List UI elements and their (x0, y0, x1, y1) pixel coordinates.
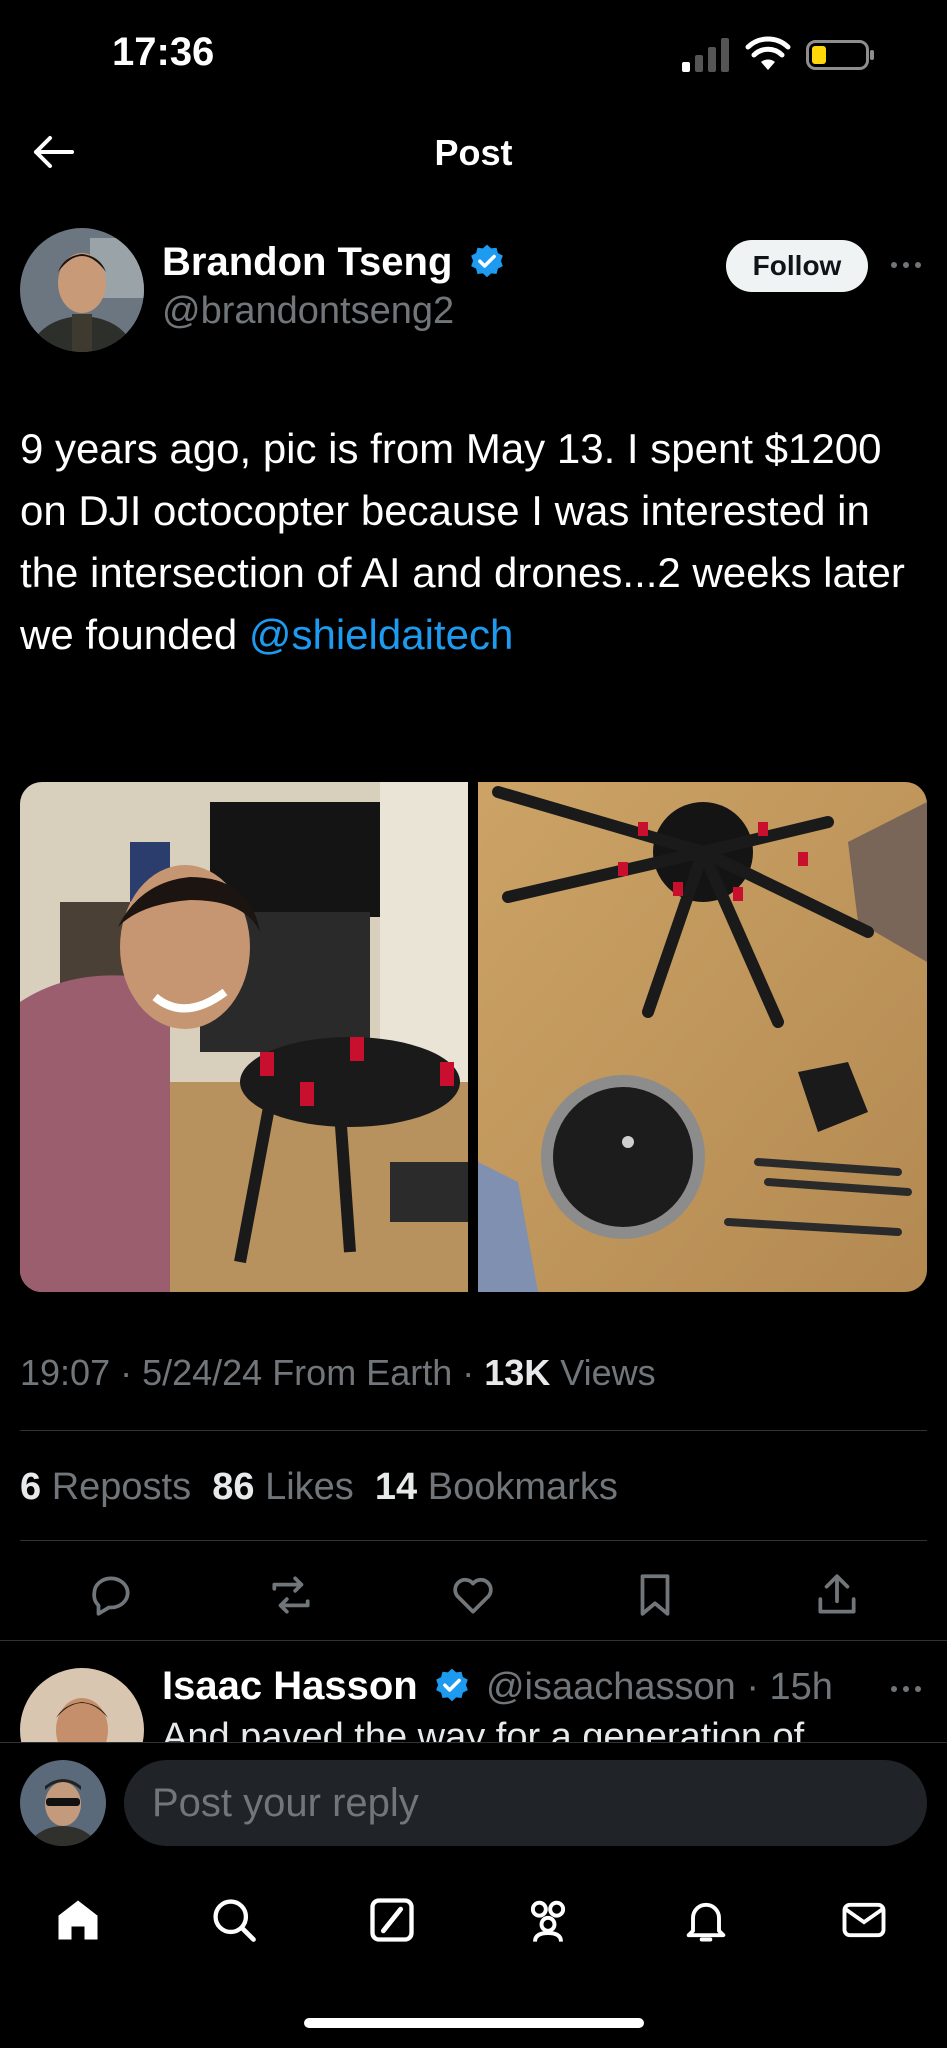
bookmarks-count[interactable]: 14 (375, 1466, 417, 1508)
share-icon[interactable] (812, 1570, 862, 1620)
reposts-label[interactable]: Reposts (52, 1466, 191, 1508)
repost-icon[interactable] (266, 1570, 316, 1620)
follow-button[interactable]: Follow (726, 240, 868, 292)
page-title: Post (434, 132, 513, 173)
reply-author-handle[interactable]: @isaachasson · 15h (486, 1666, 833, 1708)
author-avatar[interactable] (20, 228, 144, 352)
more-options-icon[interactable] (888, 1674, 924, 1704)
bookmarks-label[interactable]: Bookmarks (428, 1466, 618, 1508)
status-time: 17:36 (112, 30, 215, 74)
grok-icon[interactable] (366, 1894, 418, 1946)
post-image-drone-parts[interactable] (478, 782, 927, 1292)
my-avatar (20, 1760, 106, 1846)
notifications-icon[interactable] (680, 1894, 732, 1946)
like-icon[interactable] (448, 1570, 498, 1620)
post-image-selfie[interactable] (20, 782, 468, 1292)
battery-low-icon (806, 40, 874, 70)
reply-input[interactable]: Post your reply (124, 1760, 927, 1846)
post-text: 9 years ago, pic is from May 13. I spent… (20, 418, 920, 666)
wifi-icon (745, 36, 791, 70)
bookmark-icon[interactable] (630, 1570, 680, 1620)
verified-badge-icon (435, 1668, 468, 1702)
author-handle[interactable]: @brandontseng2 (162, 290, 454, 333)
home-icon[interactable] (52, 1894, 104, 1946)
communities-icon[interactable] (522, 1894, 574, 1946)
post-time: 19:07 · 5/24/24 From Earth · (20, 1352, 485, 1393)
search-icon[interactable] (208, 1894, 260, 1946)
messages-icon[interactable] (838, 1894, 890, 1946)
views-label: Views (550, 1352, 656, 1393)
likes-count[interactable]: 86 (212, 1466, 254, 1508)
divider (20, 1540, 927, 1541)
mention-link[interactable]: @shieldaitech (249, 611, 513, 658)
divider (0, 1640, 947, 1641)
more-options-icon[interactable] (888, 250, 924, 280)
post-timestamp: 19:07 · 5/24/24 From Earth · 13K Views (20, 1352, 656, 1394)
reply-author-name[interactable]: Isaac Hasson (162, 1664, 418, 1708)
author-name-text[interactable]: Brandon Tseng (162, 240, 452, 284)
reply-author-row[interactable]: Isaac Hasson @isaachasson · 15h (162, 1664, 833, 1709)
verified-badge-icon (470, 244, 503, 278)
divider (20, 1430, 927, 1431)
home-indicator (304, 2018, 644, 2028)
author-name[interactable]: Brandon Tseng (162, 240, 506, 285)
cellular-signal-icon (682, 38, 729, 72)
engagement-stats: 6 Reposts 86 Likes 14 Bookmarks (20, 1466, 618, 1509)
views-count: 13K (484, 1352, 551, 1393)
reply-icon[interactable] (86, 1570, 136, 1620)
reposts-count[interactable]: 6 (20, 1466, 41, 1508)
likes-label[interactable]: Likes (265, 1466, 354, 1508)
